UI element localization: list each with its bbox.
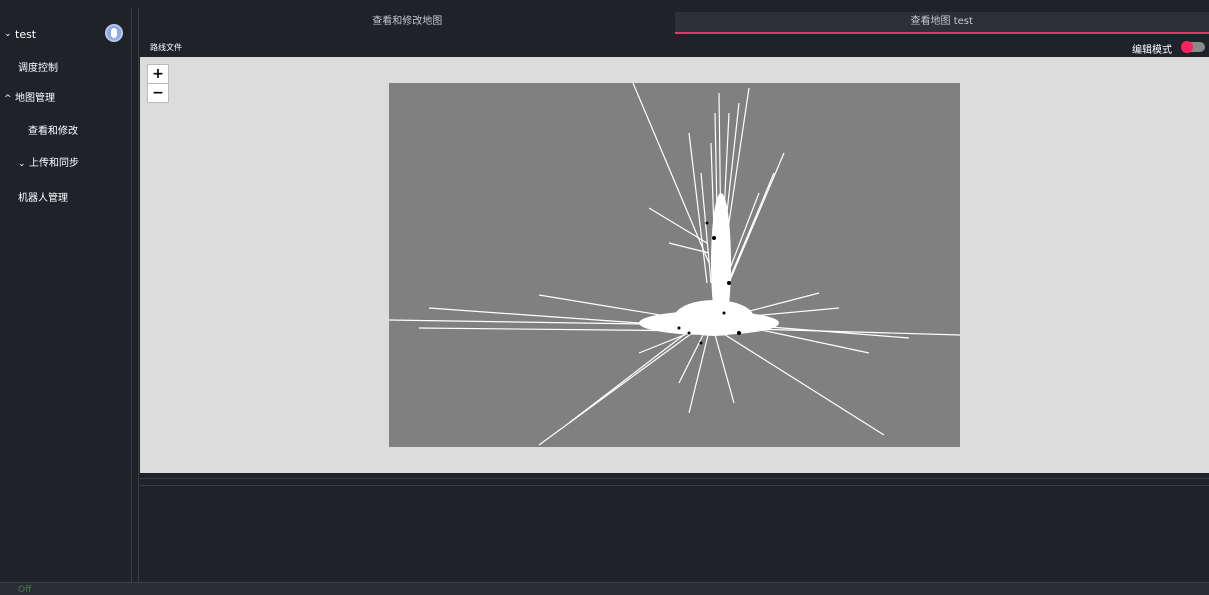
sidebar-item-label: 上传和同步 bbox=[29, 158, 79, 169]
map-scan-image bbox=[389, 83, 960, 447]
chevron-down-icon: ⌄ bbox=[4, 29, 13, 39]
toggle-knob bbox=[1181, 41, 1193, 53]
sidebar-item-upload-sync[interactable]: ⌄上传和同步 bbox=[18, 154, 79, 169]
zoom-out-button[interactable]: − bbox=[148, 83, 168, 102]
logo-icon bbox=[105, 24, 123, 42]
tab-view-map-test[interactable]: 查看地图 test bbox=[675, 12, 1209, 34]
project-name: test bbox=[15, 28, 36, 41]
map-toolbar: 路线文件 编辑模式 bbox=[140, 36, 1209, 57]
project-selector[interactable]: ⌄ test bbox=[4, 24, 36, 44]
sidebar-item-robot-management[interactable]: 机器人管理 bbox=[18, 189, 68, 204]
sidebar-resizer[interactable] bbox=[131, 8, 139, 582]
sidebar-item-view-edit[interactable]: 查看和修改 bbox=[28, 122, 78, 137]
edit-mode-label: 编辑模式 bbox=[1132, 41, 1172, 56]
sidebar-item-label: 地图管理 bbox=[15, 93, 55, 104]
chevron-up-icon: ^ bbox=[4, 94, 13, 104]
tab-bar: 查看和修改地图 查看地图 test bbox=[140, 12, 1209, 34]
zoom-in-button[interactable]: + bbox=[148, 65, 168, 83]
route-file-button[interactable]: 路线文件 bbox=[150, 42, 182, 53]
sidebar-item-map-management[interactable]: ^地图管理 bbox=[4, 89, 55, 104]
sidebar-item-dispatch[interactable]: 调度控制 bbox=[18, 59, 58, 74]
edit-mode-toggle[interactable] bbox=[1183, 42, 1205, 52]
tab-view-edit-map[interactable]: 查看和修改地图 bbox=[140, 12, 675, 34]
status-bar: Off bbox=[0, 582, 1209, 595]
map-viewport[interactable]: + − bbox=[140, 57, 1209, 473]
bottom-panel bbox=[140, 486, 1209, 582]
chevron-down-icon: ⌄ bbox=[18, 159, 27, 169]
panel-resizer[interactable] bbox=[140, 478, 1209, 486]
sidebar: ⌄ test 调度控制 ^地图管理 查看和修改 ⌄上传和同步 机器人管理 bbox=[0, 0, 133, 582]
occupancy-map[interactable] bbox=[389, 83, 960, 447]
zoom-control: + − bbox=[147, 64, 169, 103]
